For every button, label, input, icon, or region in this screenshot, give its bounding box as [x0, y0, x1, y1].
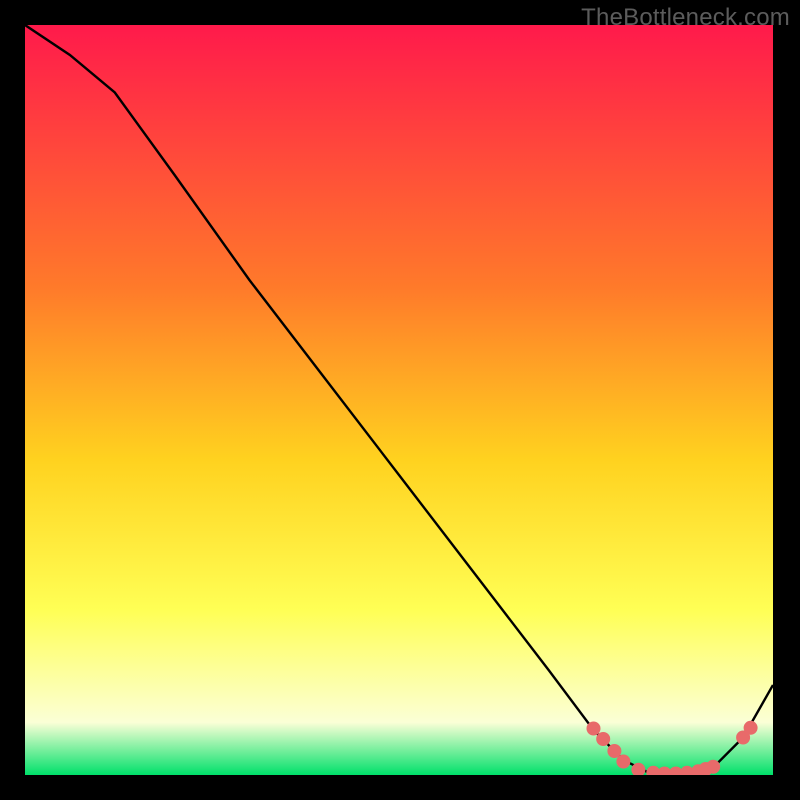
- chart-svg: [25, 25, 773, 775]
- chart-frame: TheBottleneck.com: [0, 0, 800, 800]
- plot-area: [25, 25, 773, 775]
- data-dot: [597, 733, 610, 746]
- data-dot: [744, 721, 757, 734]
- gradient-background: [25, 25, 773, 775]
- watermark-text: TheBottleneck.com: [581, 4, 790, 32]
- data-dot: [587, 722, 600, 735]
- data-dot: [608, 745, 621, 758]
- data-dot: [707, 760, 720, 773]
- data-dot: [617, 755, 630, 768]
- data-dot: [632, 763, 645, 775]
